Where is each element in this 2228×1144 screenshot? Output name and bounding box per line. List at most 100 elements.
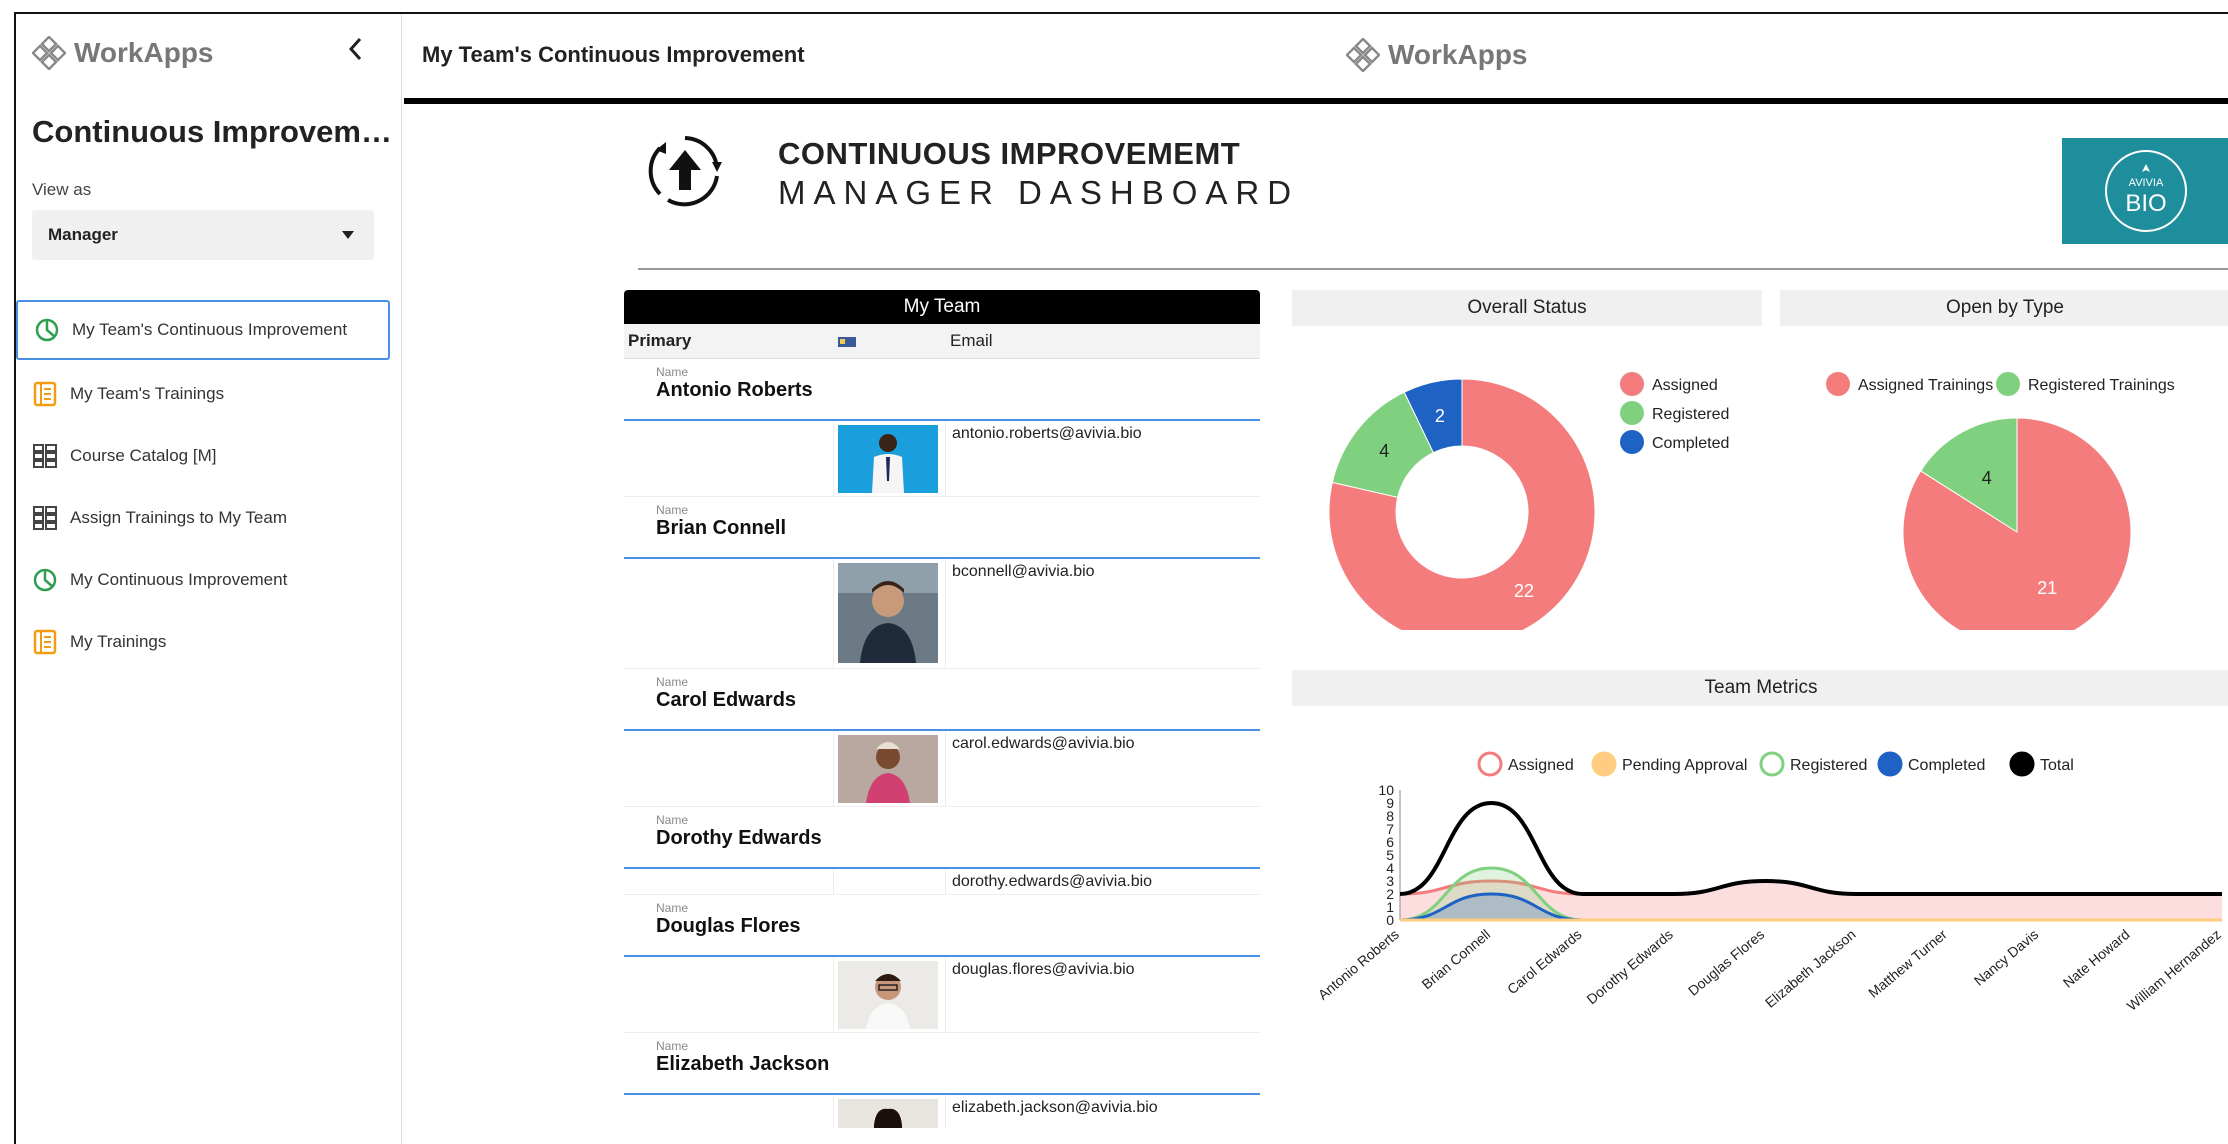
workapps-logo-icon: [32, 36, 66, 70]
member-email[interactable]: elizabeth.jackson@avivia.bio: [952, 1099, 1158, 1117]
table-row[interactable]: Name Douglas Flores: [624, 895, 1260, 957]
empty-cell: [624, 731, 834, 806]
legend-label: Assigned: [1508, 757, 1574, 774]
empty-cell: [624, 421, 834, 496]
x-tick-label: Nate Howard: [2060, 926, 2133, 991]
x-tick-label: Dorothy Edwards: [1583, 926, 1676, 1007]
table-row[interactable]: Name Antonio Roberts: [624, 359, 1260, 421]
x-tick-label: Elizabeth Jackson: [1762, 926, 1859, 1011]
legend-marker: [1477, 751, 1503, 777]
donut-slice-value: 22: [1514, 581, 1534, 601]
pie-slice-value: 4: [1982, 468, 1992, 488]
pie-slice-value: 21: [2037, 578, 2057, 598]
dashboard-content: CONTINUOUS IMPROVEMEMT MANAGER DASHBOARD…: [404, 110, 2228, 1144]
table-row[interactable]: Name Elizabeth Jackson: [624, 1033, 1260, 1095]
member-name: Brian Connell: [656, 517, 787, 539]
legend-marker: [1620, 372, 1644, 396]
workapps-logo-icon: [1346, 38, 1380, 72]
view-as-label: View as: [32, 180, 92, 199]
table-row[interactable]: Name Dorothy Edwards: [624, 807, 1260, 869]
open-by-type-title: Open by Type: [1780, 290, 2228, 326]
empty-cell: [624, 1095, 834, 1128]
member-email[interactable]: carol.edwards@avivia.bio: [952, 735, 1135, 753]
sidebar-item-assign-trainings[interactable]: Assign Trainings to My Team: [16, 488, 390, 548]
sidebar-item-my-continuous-improvement[interactable]: My Continuous Improvement: [16, 550, 390, 610]
legend-marker: [1996, 372, 2020, 396]
sidebar-item-my-teams-continuous-improvement[interactable]: My Team's Continuous Improvement: [16, 300, 390, 360]
overall-status-title: Overall Status: [1292, 290, 1762, 326]
member-name: Antonio Roberts: [656, 379, 813, 401]
logo-bottom-text: BIO: [2125, 190, 2166, 217]
column-header-primary[interactable]: Primary: [624, 324, 834, 358]
member-email[interactable]: bconnell@avivia.bio: [952, 563, 1095, 581]
table-row-detail[interactable]: dorothy.edwards@avivia.bio: [624, 869, 1260, 895]
member-photo: [838, 425, 938, 493]
open-by-type-card: Open by Type 21 4 Assigned Trainings Regist…: [1780, 290, 2228, 647]
divider: [638, 268, 2228, 270]
id-card-icon: [838, 337, 856, 347]
sidebar-item-my-teams-trainings[interactable]: My Team's Trainings: [16, 364, 390, 424]
photo-cell: [834, 957, 946, 1032]
table-row-detail[interactable]: bconnell@avivia.bio: [624, 559, 1260, 669]
legend-marker: [1826, 372, 1850, 396]
x-tick-label: Brian Connell: [1419, 926, 1494, 992]
column-header-email[interactable]: Email: [946, 324, 993, 358]
collapse-sidebar-button[interactable]: [346, 36, 366, 70]
legend-label: Registered: [1790, 757, 1867, 774]
member-photo: [838, 563, 938, 663]
view-as-select[interactable]: Manager: [32, 210, 374, 260]
photo-cell: [834, 869, 946, 894]
screen: WorkApps Continuous Improvem… View as Ma…: [0, 0, 2228, 1144]
pie-chart-icon: [33, 568, 57, 592]
table-row-detail[interactable]: carol.edwards@avivia.bio: [624, 731, 1260, 807]
sidebar-item-label: My Team's Continuous Improvement: [72, 320, 348, 339]
sidebar-item-label: My Trainings: [70, 632, 167, 651]
sidebar-item-label: Assign Trainings to My Team: [70, 508, 287, 527]
name-label: Name: [656, 675, 689, 689]
header-brand[interactable]: WorkApps: [1346, 38, 1528, 72]
legend-label: Registered: [1652, 406, 1729, 423]
team-metrics-title: Team Metrics: [1292, 670, 2228, 706]
sidebar-item-my-trainings[interactable]: My Trainings: [16, 612, 390, 672]
grid-list-icon: [33, 444, 57, 468]
legend-marker: [1759, 751, 1785, 777]
overall-status-chart: 22 4 2 Assigned Registered Completed: [1328, 372, 1729, 646]
empty-cell: [624, 559, 834, 668]
legend-marker: [2009, 751, 2035, 777]
list-document-icon: [33, 381, 57, 407]
member-email[interactable]: antonio.roberts@avivia.bio: [952, 425, 1142, 443]
y-tick-label: 10: [1378, 782, 1394, 798]
team-metrics-card: Team Metrics Assigned Pending Approval Reg…: [1292, 670, 2228, 1130]
sidebar-item-course-catalog[interactable]: Course Catalog [M]: [16, 426, 390, 486]
x-tick-label: Nancy Davis: [1971, 926, 2041, 989]
my-team-table: My Team Primary Email Name Antonio Rober…: [624, 290, 1260, 1128]
member-email[interactable]: douglas.flores@avivia.bio: [952, 961, 1135, 979]
legend-label: Completed: [1908, 757, 1985, 774]
x-tick-label: Matthew Turner: [1865, 926, 1950, 1001]
column-header-photo[interactable]: [834, 324, 946, 358]
company-logo: AVIVIA BIO: [2062, 138, 2228, 244]
my-team-header: My Team: [624, 290, 1260, 324]
list-document-icon: [33, 629, 57, 655]
overall-status-card: Overall Status 22 4 2 Assigned Registered Com…: [1292, 290, 1762, 646]
table-header-row: Primary Email: [624, 324, 1260, 359]
dashboard-title: CONTINUOUS IMPROVEMEMT: [778, 136, 1241, 171]
legend-label: Assigned Trainings: [1858, 377, 1993, 394]
legend-label: Registered Trainings: [2028, 377, 2175, 394]
x-tick-label: William Hernandez: [2124, 926, 2224, 1014]
table-row[interactable]: Name Carol Edwards: [624, 669, 1260, 731]
x-tick-label: Douglas Flores: [1685, 926, 1767, 999]
page-title: My Team's Continuous Improvement: [422, 42, 805, 67]
pie-chart-icon: [35, 318, 59, 342]
table-row-detail[interactable]: antonio.roberts@avivia.bio: [624, 421, 1260, 497]
legend-label: Total: [2040, 757, 2074, 774]
dashboard-subtitle: MANAGER DASHBOARD: [778, 174, 1300, 211]
table-row[interactable]: Name Brian Connell: [624, 497, 1260, 559]
photo-cell: [834, 559, 946, 668]
table-row-detail[interactable]: elizabeth.jackson@avivia.bio: [624, 1095, 1260, 1128]
member-email[interactable]: dorothy.edwards@avivia.bio: [952, 873, 1152, 891]
avivia-bio-logo: AVIVIA BIO: [2105, 150, 2187, 232]
brand-name: WorkApps: [1388, 39, 1528, 70]
sidebar-brand[interactable]: WorkApps: [32, 36, 214, 70]
table-row-detail[interactable]: douglas.flores@avivia.bio: [624, 957, 1260, 1033]
